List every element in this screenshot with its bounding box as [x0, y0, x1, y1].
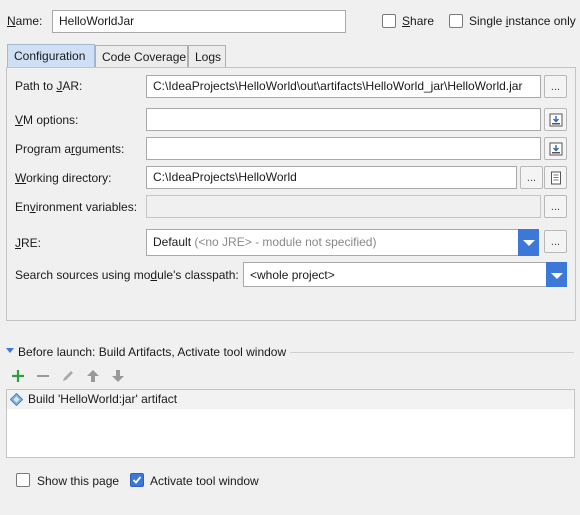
working-directory-input[interactable]: C:\IdeaProjects\HelloWorld: [146, 166, 517, 189]
show-page-checkbox[interactable]: [16, 473, 30, 487]
share-checkbox[interactable]: [382, 14, 396, 28]
chevron-down-icon[interactable]: [518, 229, 539, 256]
artifact-icon: [10, 393, 23, 406]
expand-field-icon: [549, 113, 562, 126]
path-to-jar-input[interactable]: C:\IdeaProjects\HelloWorld\out\artifacts…: [146, 75, 541, 98]
remove-icon[interactable]: [36, 369, 50, 383]
tab-logs[interactable]: Logs: [188, 45, 226, 68]
share-label: Share: [402, 14, 435, 28]
collapse-triangle-icon[interactable]: [6, 347, 14, 355]
single-instance-checkbox[interactable]: [449, 14, 463, 28]
vm-options-input[interactable]: [146, 108, 541, 131]
before-launch-divider: [290, 352, 574, 353]
list-item-label: Build 'HelloWorld:jar' artifact: [28, 392, 178, 406]
tab-configuration[interactable]: Configuration: [7, 44, 95, 67]
program-arguments-expand-button[interactable]: [544, 137, 567, 160]
vm-options-label: VM options:: [15, 113, 79, 127]
jre-hint-text: (<no JRE> - module not specified): [194, 235, 377, 249]
move-up-icon[interactable]: [86, 369, 100, 383]
jre-label: JRE:: [15, 236, 42, 250]
path-to-jar-label: Path to JAR:: [15, 79, 83, 93]
checkmark-icon: [132, 476, 142, 484]
search-sources-value: <whole project>: [250, 268, 335, 282]
expand-field-icon: [549, 142, 562, 155]
show-page-label: Show this page: [37, 474, 120, 488]
environment-variables-label: Environment variables:: [15, 200, 138, 214]
path-to-jar-browse-button[interactable]: ...: [544, 75, 567, 98]
jre-default-text: Default: [153, 235, 192, 249]
search-sources-select[interactable]: <whole project>: [243, 262, 567, 287]
activate-tool-window-checkbox[interactable]: [130, 473, 144, 487]
vm-options-expand-button[interactable]: [544, 108, 567, 131]
activate-tool-window-label: Activate tool window: [150, 474, 259, 488]
edit-icon[interactable]: [61, 369, 75, 383]
name-label: Name:: [7, 14, 43, 28]
tab-code-coverage[interactable]: Code Coverage: [95, 45, 188, 68]
add-icon[interactable]: [11, 369, 25, 383]
before-launch-title[interactable]: Before launch: Build Artifacts, Activate…: [18, 344, 286, 360]
working-directory-browse-button[interactable]: ...: [520, 166, 543, 189]
working-directory-macro-button[interactable]: [544, 166, 567, 189]
working-directory-label: Working directory:: [15, 171, 112, 185]
environment-variables-browse-button[interactable]: ...: [544, 195, 567, 218]
environment-variables-input[interactable]: [146, 195, 541, 218]
chevron-down-icon[interactable]: [546, 262, 567, 287]
jre-select[interactable]: Default (<no JRE> - module not specified…: [146, 229, 539, 256]
name-input[interactable]: HelloWorldJar: [52, 10, 346, 33]
program-arguments-label: Program arguments:: [15, 142, 125, 156]
move-down-icon[interactable]: [111, 369, 125, 383]
file-icon: [550, 171, 561, 184]
single-instance-label: Single instance only: [469, 14, 576, 28]
list-item[interactable]: Build 'HelloWorld:jar' artifact: [7, 390, 574, 409]
search-sources-label: Search sources using module's classpath:: [15, 268, 239, 282]
program-arguments-input[interactable]: [146, 137, 541, 160]
jre-browse-button[interactable]: ...: [544, 230, 567, 253]
before-launch-list: Build 'HelloWorld:jar' artifact: [6, 389, 575, 458]
